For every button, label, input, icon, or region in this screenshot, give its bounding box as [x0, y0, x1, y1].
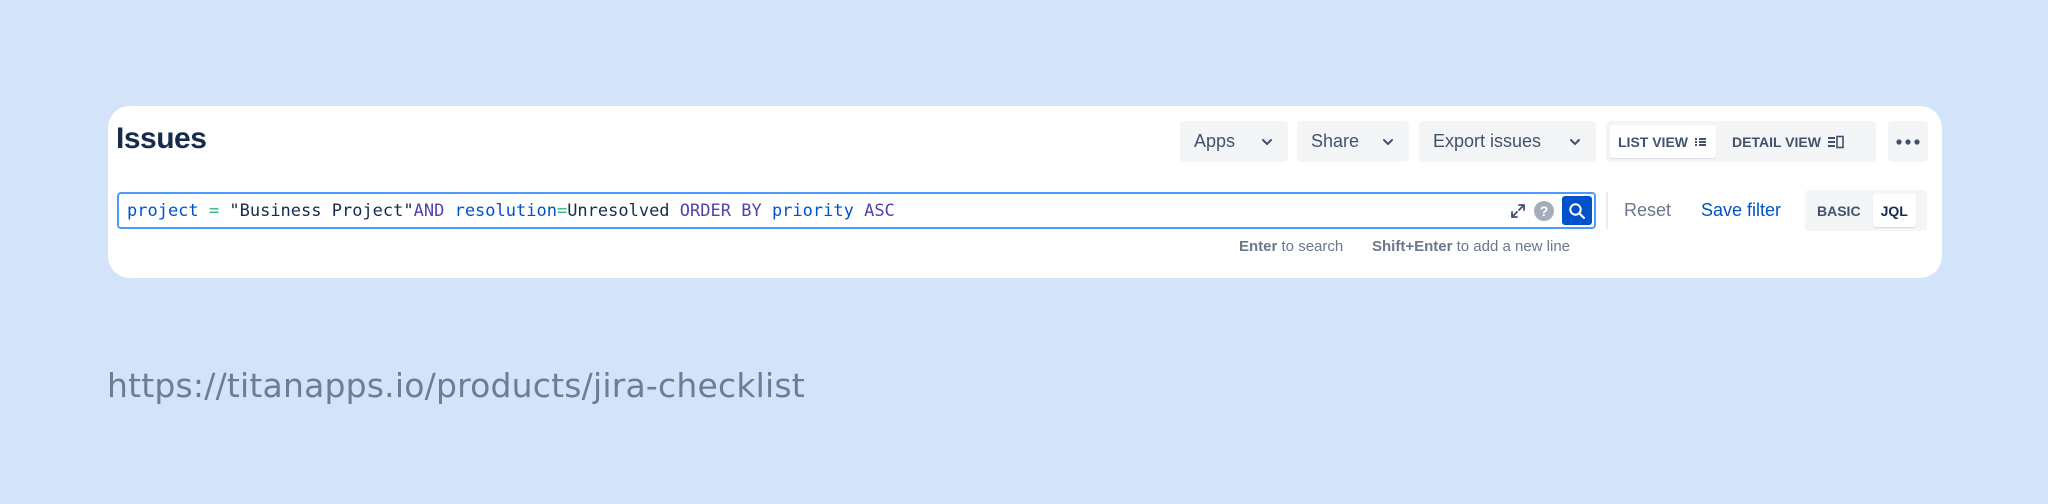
jql-token — [854, 201, 864, 221]
shift-enter-key-label: Shift+Enter — [1372, 238, 1453, 255]
list-icon — [1695, 137, 1706, 146]
apps-dropdown-button[interactable]: Apps — [1180, 121, 1288, 162]
export-issues-dropdown-button[interactable]: Export issues — [1419, 121, 1596, 162]
jql-input-actions: ? — [1510, 196, 1592, 225]
share-button-label: Share — [1311, 131, 1360, 151]
search-hint: Enter to search — [1239, 238, 1343, 255]
jql-token — [670, 201, 680, 221]
jql-token: ORDER BY — [679, 201, 762, 221]
newline-hint: Shift+Enter to add a new line — [1372, 238, 1570, 255]
jql-token: priority — [771, 201, 854, 221]
jql-search-input[interactable]: project = "Business Project"AND resoluti… — [117, 192, 1596, 229]
export-button-label: Export issues — [1433, 131, 1542, 151]
chevron-down-icon — [1383, 138, 1393, 145]
view-toggle: LIST VIEW DETAIL VIEW — [1606, 121, 1876, 162]
shift-enter-hint-text: to add a new line — [1452, 238, 1571, 255]
list-view-label: LIST VIEW — [1618, 133, 1688, 150]
list-view-button[interactable]: LIST VIEW — [1610, 125, 1716, 158]
chevron-down-icon — [1262, 138, 1272, 145]
jql-token: "Business Project" — [229, 201, 414, 221]
jql-token: Unresolved — [567, 201, 670, 221]
more-actions-button[interactable] — [1888, 121, 1928, 162]
search-button[interactable] — [1562, 196, 1592, 225]
jql-token: AND — [413, 201, 445, 221]
share-dropdown-button[interactable]: Share — [1297, 121, 1409, 162]
search-mode-toggle: BASIC JQL — [1805, 190, 1927, 231]
detail-view-label: DETAIL VIEW — [1732, 133, 1821, 150]
jql-token: ASC — [864, 201, 895, 221]
reset-button[interactable]: Reset — [1624, 200, 1671, 221]
footer-url: https://titanapps.io/products/jira-check… — [107, 366, 805, 405]
issues-panel: Issues Apps Share Export issues LIST VIE… — [108, 106, 1942, 278]
chevron-down-icon — [1570, 138, 1580, 145]
search-icon — [1569, 202, 1586, 219]
expand-icon[interactable] — [1510, 203, 1526, 219]
help-icon[interactable]: ? — [1534, 200, 1554, 221]
jql-token — [762, 201, 772, 221]
detail-view-icon — [1827, 135, 1844, 148]
enter-key-label: Enter — [1239, 238, 1278, 255]
jql-token: project — [127, 201, 199, 221]
jql-query-text[interactable]: project = "Business Project"AND resoluti… — [127, 201, 895, 221]
basic-mode-button[interactable]: BASIC — [1809, 194, 1869, 227]
apps-button-label: Apps — [1194, 131, 1236, 151]
jql-token — [444, 201, 454, 221]
jql-token: resolution — [454, 201, 557, 221]
detail-view-button[interactable]: DETAIL VIEW — [1724, 125, 1853, 158]
ellipsis-icon — [1896, 138, 1920, 145]
jql-token: = — [556, 201, 568, 221]
enter-hint-text: to search — [1277, 238, 1344, 255]
divider — [1606, 192, 1608, 229]
page-title: Issues — [116, 122, 207, 155]
save-filter-button[interactable]: Save filter — [1701, 200, 1781, 221]
jql-token: = — [198, 201, 230, 221]
jql-mode-button[interactable]: JQL — [1872, 194, 1916, 227]
